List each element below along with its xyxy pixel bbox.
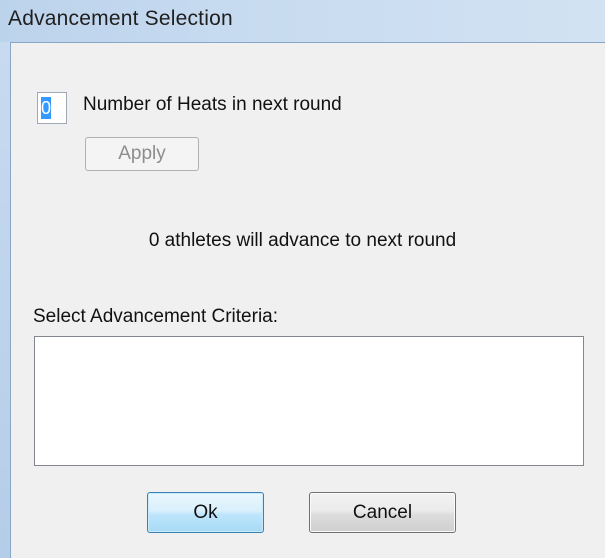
heats-count-label: Number of Heats in next round [83,94,342,115]
window-title: Advancement Selection [8,7,233,30]
heats-count-value: 0 [41,97,52,119]
apply-button[interactable]: Apply [85,137,199,171]
criteria-label: Select Advancement Criteria: [33,306,279,327]
advancement-criteria-list[interactable] [34,336,584,466]
title-bar[interactable]: Advancement Selection [0,0,605,42]
dialog-window: Advancement Selection 0 Number of Heats … [0,0,605,558]
heats-count-input[interactable]: 0 [37,92,67,124]
advance-status-text: 0 athletes will advance to next round [148,230,457,251]
dialog-body: 0 Number of Heats in next round Apply 0 … [10,42,605,558]
cancel-button[interactable]: Cancel [309,492,456,533]
ok-button[interactable]: Ok [147,492,264,533]
